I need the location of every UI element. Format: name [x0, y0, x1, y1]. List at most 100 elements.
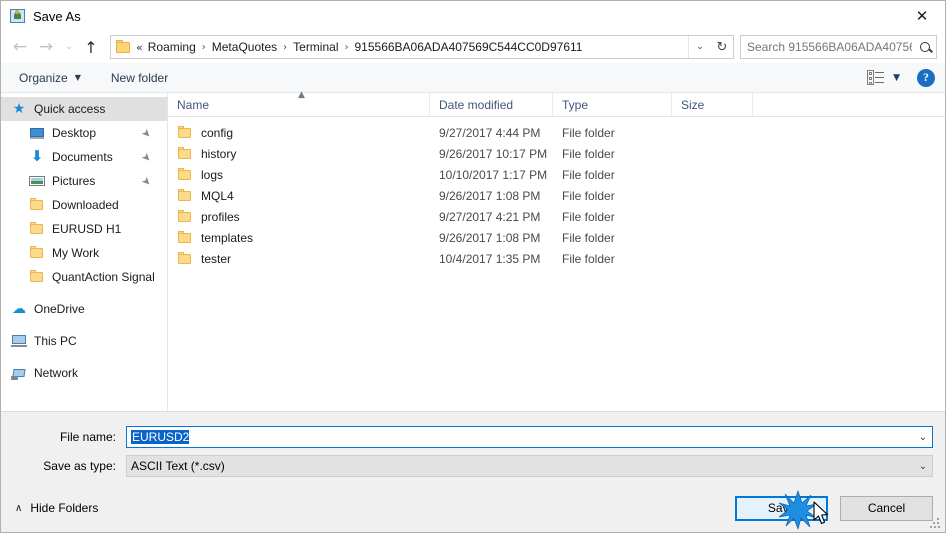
file-name-value-wrap: EURUSD2 [127, 430, 914, 444]
back-button[interactable]: ← [7, 34, 33, 60]
column-header-label: Name [177, 97, 210, 112]
table-row[interactable]: tester 10/4/2017 1:35 PM File folder [168, 248, 945, 269]
sidebar-item-downloaded[interactable]: Downloaded [1, 193, 167, 217]
breadcrumb-item-1[interactable]: MetaQuotes [209, 38, 280, 56]
chevron-down-icon: ⌄ [696, 42, 704, 52]
cancel-button-label: Cancel [867, 501, 906, 515]
change-view-icon[interactable] [867, 70, 885, 85]
sidebar-item-onedrive[interactable]: ☁ OneDrive [1, 297, 167, 321]
file-name-input[interactable]: EURUSD2 ⌄ [126, 426, 933, 448]
table-row[interactable]: logs 10/10/2017 1:17 PM File folder [168, 164, 945, 185]
view-options-caret-icon[interactable]: ▼ [893, 73, 900, 83]
file-name-cell: templates [168, 230, 430, 246]
file-name-value: EURUSD2 [131, 430, 190, 444]
file-name-label: MQL4 [201, 188, 234, 203]
folder-icon [177, 188, 193, 204]
file-date-cell: 9/27/2017 4:44 PM [439, 125, 541, 140]
sidebar-item-quantaction-signal[interactable]: QuantAction Signal [1, 265, 167, 289]
hide-folders-button[interactable]: ∧ Hide Folders [15, 501, 98, 515]
onedrive-cloud-icon: ☁ [12, 301, 26, 317]
recent-locations-button[interactable]: ⌄ [59, 34, 79, 60]
pictures-icon [29, 173, 45, 189]
folder-icon [116, 40, 132, 54]
sidebar-item-label: Quick access [34, 102, 106, 116]
search-icon[interactable] [914, 36, 936, 58]
folder-icon [177, 125, 193, 141]
file-type-cell: File folder [562, 209, 615, 224]
breadcrumb-item-2[interactable]: Terminal [290, 38, 341, 56]
file-date-cell: 10/4/2017 1:35 PM [439, 251, 541, 266]
file-list-pane: Name ▲ Date modified Type Size config 9/… [168, 90, 945, 411]
resize-grip[interactable] [930, 518, 940, 528]
organize-button[interactable]: Organize ▼ [15, 68, 85, 88]
desktop-icon [29, 125, 45, 141]
save-button[interactable]: Save [735, 495, 828, 521]
file-date-cell: 9/26/2017 1:08 PM [439, 188, 541, 203]
search-box[interactable] [740, 35, 937, 59]
file-name-row: File name: EURUSD2 ⌄ [13, 426, 933, 448]
pin-icon[interactable]: ➤ [139, 173, 155, 189]
table-row[interactable]: profiles 9/27/2017 4:21 PM File folder [168, 206, 945, 227]
folder-icon [29, 197, 45, 213]
search-input[interactable] [741, 39, 914, 55]
file-name-cell: MQL4 [168, 188, 430, 204]
chevron-up-icon: ∧ [15, 502, 23, 514]
sidebar-item-network[interactable]: Network [1, 361, 167, 385]
arrow-left-icon: ← [12, 36, 28, 57]
column-header-name[interactable]: Name ▲ [168, 90, 430, 116]
sidebar-item-this-pc[interactable]: This PC [1, 329, 167, 353]
sidebar-item-desktop[interactable]: Desktop ➤ [1, 121, 167, 145]
column-header-label: Type [562, 97, 589, 112]
table-row[interactable]: templates 9/26/2017 1:08 PM File folder [168, 227, 945, 248]
refresh-button[interactable]: ↻ [711, 36, 733, 58]
new-folder-label: New folder [110, 70, 169, 85]
column-header-size[interactable]: Size [672, 93, 753, 116]
sidebar-item-label: OneDrive [34, 302, 85, 316]
file-name-cell: config [168, 125, 430, 141]
chevron-down-icon[interactable]: ⌄ [914, 432, 932, 443]
address-bar[interactable]: « Roaming › MetaQuotes › Terminal › 9155… [110, 35, 734, 59]
file-name-label: logs [201, 167, 224, 182]
up-one-level-button[interactable]: ↑ [79, 34, 103, 60]
file-date-cell: 10/10/2017 1:17 PM [439, 167, 548, 182]
file-name-cell: tester [168, 251, 430, 267]
save-as-type-select[interactable]: ASCII Text (*.csv) ⌄ [126, 455, 933, 477]
sidebar-item-label: Downloaded [52, 198, 119, 212]
save-form: File name: EURUSD2 ⌄ Save as type: ASCII… [1, 411, 945, 484]
file-date-cell: 9/26/2017 1:08 PM [439, 230, 541, 245]
breadcrumb-item-0[interactable]: Roaming [145, 38, 199, 56]
new-folder-button[interactable]: New folder [107, 68, 172, 88]
this-pc-icon [11, 333, 27, 349]
forward-button[interactable]: → [33, 34, 59, 60]
sidebar-item-eurusd-h1[interactable]: EURUSD H1 [1, 217, 167, 241]
sidebar-item-quick-access[interactable]: ★ Quick access [1, 97, 167, 121]
breadcrumb-overflow-icon[interactable]: « [136, 41, 145, 54]
cancel-button[interactable]: Cancel [840, 495, 933, 521]
table-row[interactable]: history 9/26/2017 10:17 PM File folder [168, 143, 945, 164]
help-button[interactable]: ? [917, 68, 935, 87]
sidebar-item-pictures[interactable]: Pictures ➤ [1, 169, 167, 193]
file-name-cell: profiles [168, 209, 430, 225]
column-header-type[interactable]: Type [553, 93, 672, 116]
breadcrumb-item-3[interactable]: 915566BA06ADA407569C544CC0D97611 [352, 38, 586, 56]
column-headers: Name ▲ Date modified Type Size [168, 90, 945, 117]
pin-icon[interactable]: ➤ [139, 149, 155, 165]
refresh-icon: ↻ [716, 39, 728, 55]
file-type-cell: File folder [562, 146, 615, 161]
column-header-date-modified[interactable]: Date modified [430, 93, 553, 116]
table-row[interactable]: MQL4 9/26/2017 1:08 PM File folder [168, 185, 945, 206]
sidebar-item-label: QuantAction Signal [52, 270, 155, 284]
documents-icon: ⬇ [30, 147, 44, 165]
close-button[interactable]: ✕ [899, 1, 945, 31]
address-dropdown-button[interactable]: ⌄ [688, 36, 711, 58]
pin-icon[interactable]: ➤ [139, 125, 155, 141]
chevron-down-icon[interactable]: ⌄ [914, 461, 932, 472]
help-icon: ? [923, 70, 929, 84]
chevron-down-icon: ▼ [74, 73, 81, 82]
folder-icon [177, 146, 193, 162]
table-row[interactable]: config 9/27/2017 4:44 PM File folder [168, 122, 945, 143]
sidebar-item-label: Desktop [52, 126, 97, 140]
sidebar-item-documents[interactable]: ⬇ Documents ➤ [1, 145, 167, 169]
file-type-cell: File folder [562, 125, 615, 140]
sidebar-item-my-work[interactable]: My Work [1, 241, 167, 265]
